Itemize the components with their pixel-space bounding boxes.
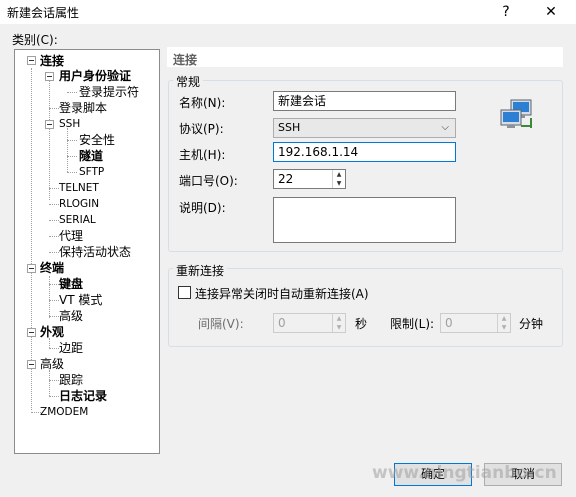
category-label: 类别(C): — [12, 33, 58, 47]
collapse-icon[interactable] — [27, 264, 36, 273]
tree-line — [49, 370, 50, 396]
tree-line — [49, 380, 59, 381]
tree-item-serial[interactable]: SERIAL — [59, 213, 96, 227]
tree-item-terminal-advanced[interactable]: 高级 — [59, 309, 83, 323]
spin-down-icon[interactable]: ▼ — [498, 323, 510, 332]
window-title: 新建会话属性 — [7, 6, 80, 20]
port-label: 端口号(O): — [179, 174, 238, 188]
reconnect-group-label: 重新连接 — [173, 262, 228, 279]
auto-reconnect-label: 连接异常关闭时自动重新连接(A) — [195, 287, 369, 301]
host-field[interactable]: 192.168.1.14 — [273, 142, 456, 162]
general-group-label: 常规 — [173, 73, 204, 90]
watermark: www.ningtianbo.cn — [372, 463, 557, 483]
tree-item-advanced[interactable]: 高级 — [40, 357, 64, 371]
limit-label: 限制(L): — [390, 317, 435, 331]
interval-stepper[interactable]: 0 ▲ ▼ — [273, 313, 346, 333]
collapse-icon[interactable] — [45, 72, 54, 81]
tree-item-login-prompts[interactable]: 登录提示符 — [79, 85, 139, 99]
description-label: 说明(D): — [179, 201, 226, 215]
collapse-icon[interactable] — [27, 360, 36, 369]
tree-item-sftp[interactable]: SFTP — [79, 165, 104, 179]
tree-item-vt-mode[interactable]: VT 模式 — [59, 293, 102, 307]
protocol-value: SSH — [278, 121, 301, 134]
port-value: 22 — [278, 172, 294, 186]
collapse-icon[interactable] — [27, 56, 36, 65]
tree-line — [49, 220, 59, 221]
section-title: 连接 — [173, 53, 198, 67]
network-computers-icon — [500, 99, 532, 128]
interval-unit: 秒 — [355, 317, 368, 331]
tree-line — [67, 92, 77, 93]
limit-value: 0 — [445, 316, 453, 330]
auto-reconnect-checkbox[interactable] — [178, 286, 191, 299]
name-field[interactable]: 新建会话 — [273, 91, 456, 111]
category-tree[interactable]: 连接 用户身份验证 登录提示符 登录脚本 SSH 安全性 隧道 SFTP TEL… — [14, 49, 160, 454]
description-field[interactable] — [273, 197, 456, 243]
tree-line — [49, 284, 59, 285]
tree-line — [67, 140, 77, 141]
host-label: 主机(H): — [179, 148, 226, 162]
tree-item-user-auth[interactable]: 用户身份验证 — [59, 69, 131, 83]
tree-item-security[interactable]: 安全性 — [79, 133, 115, 147]
tree-item-connection[interactable]: 连接 — [40, 54, 64, 68]
tree-line — [49, 396, 59, 397]
tree-line — [49, 252, 59, 253]
tree-line — [49, 188, 59, 189]
tree-item-trace[interactable]: 跟踪 — [59, 373, 83, 387]
section-header — [167, 47, 563, 67]
tree-item-keepalive[interactable]: 保持活动状态 — [59, 245, 131, 259]
spin-up-icon[interactable]: ▲ — [498, 314, 510, 323]
port-spin-buttons: ▲ ▼ — [332, 170, 345, 188]
port-stepper[interactable]: 22 ▲ ▼ — [273, 169, 346, 189]
tree-line — [67, 156, 77, 157]
chevron-down-icon[interactable]: ⌵ — [441, 121, 449, 135]
tree-line — [49, 236, 59, 237]
reconnect-group — [168, 268, 563, 347]
interval-spin-buttons: ▲ ▼ — [332, 314, 345, 332]
name-label: 名称(N): — [179, 96, 226, 110]
close-button[interactable]: ✕ — [533, 0, 569, 24]
tree-line — [67, 128, 68, 172]
tree-item-tunnel[interactable]: 隧道 — [79, 149, 103, 163]
tree-line — [49, 108, 59, 109]
help-button[interactable]: ? — [494, 1, 518, 23]
limit-stepper[interactable]: 0 ▲ ▼ — [440, 313, 511, 333]
tree-item-rlogin[interactable]: RLOGIN — [59, 197, 99, 211]
title-bar — [0, 0, 576, 24]
collapse-icon[interactable] — [27, 328, 36, 337]
tree-line — [67, 172, 77, 173]
tree-line — [49, 300, 59, 301]
spin-up-icon[interactable]: ▲ — [333, 170, 345, 179]
tree-line — [49, 276, 50, 318]
tree-item-ssh[interactable]: SSH — [59, 117, 80, 131]
tree-item-keyboard[interactable]: 键盘 — [59, 277, 83, 291]
protocol-select[interactable]: SSH ⌵ — [273, 118, 456, 138]
tree-line — [31, 68, 32, 410]
collapse-icon[interactable] — [45, 120, 54, 129]
tree-item-appearance[interactable]: 外观 — [40, 325, 64, 339]
limit-unit: 分钟 — [519, 317, 544, 331]
tree-item-telnet[interactable]: TELNET — [59, 181, 99, 195]
tree-item-proxy[interactable]: 代理 — [59, 229, 83, 243]
tree-item-zmodem[interactable]: ZMODEM — [40, 405, 88, 419]
interval-label: 间隔(V): — [198, 317, 244, 331]
tree-line — [49, 80, 50, 200]
tree-item-logging[interactable]: 日志记录 — [59, 389, 107, 403]
spin-down-icon[interactable]: ▼ — [333, 179, 345, 188]
spin-down-icon[interactable]: ▼ — [333, 323, 345, 332]
tree-line — [49, 204, 59, 205]
tree-line — [49, 316, 59, 317]
tree-item-margin[interactable]: 边距 — [59, 341, 83, 355]
spin-up-icon[interactable]: ▲ — [333, 314, 345, 323]
tree-line — [49, 338, 50, 348]
tree-item-terminal[interactable]: 终端 — [40, 261, 64, 275]
tree-line — [49, 348, 59, 349]
tree-item-login-script[interactable]: 登录脚本 — [59, 101, 107, 115]
interval-value: 0 — [278, 316, 286, 330]
protocol-label: 协议(P): — [179, 122, 224, 136]
limit-spin-buttons: ▲ ▼ — [497, 314, 510, 332]
